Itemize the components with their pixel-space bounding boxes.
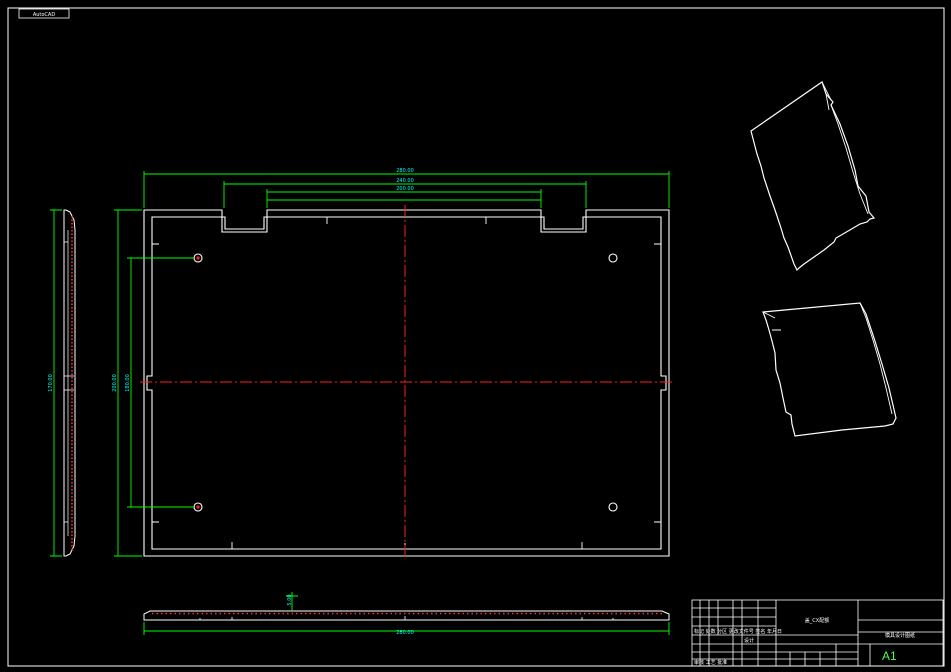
- bottom-section-view: 280.00 5.00: [143, 592, 670, 636]
- dim-side-height: 170.00: [48, 374, 54, 392]
- bottom-section-outline: [143, 610, 670, 621]
- corner-label: AutoCAD: [33, 12, 56, 18]
- dim-top-inner: 200.00: [396, 186, 414, 192]
- plan-inner-outline: [146, 216, 667, 550]
- dim-top-slot: 240.00: [396, 178, 414, 184]
- plan-view: [143, 209, 670, 557]
- dim-bottom-thickness: 5.00: [287, 594, 293, 605]
- title-right: 模具设计图纸: [885, 632, 915, 639]
- centerlines: [140, 205, 673, 560]
- plan-wall-notches: [152, 217, 661, 549]
- hole-bottom-right: [608, 502, 618, 512]
- side-section-outline: [63, 209, 76, 557]
- iso-bottom-outline: [762, 302, 897, 437]
- sheet-border: [7, 7, 945, 667]
- dim-top-overall: 280.00: [396, 168, 414, 174]
- isometric-view-top: [750, 81, 876, 272]
- sheet-size: A1: [882, 649, 897, 663]
- title-bottom-text: 审核 工艺 批准: [694, 659, 727, 666]
- title-sub-text: 设计: [744, 637, 754, 644]
- title-main: 盖_CX配额: [805, 617, 829, 624]
- hole-top-right: [608, 253, 618, 263]
- iso-top-wall: [821, 81, 869, 215]
- iso-top-outline: [750, 81, 876, 272]
- side-section-view: 170.00: [48, 209, 76, 557]
- plan-dimension-texts: 280.00 240.00 200.00 200.00 180.00: [112, 168, 414, 392]
- isometric-view-bottom: [762, 302, 897, 437]
- dim-bottom-width: 280.00: [396, 630, 414, 636]
- bottom-section-marks: [199, 616, 614, 620]
- dim-left-hole-span: 180.00: [125, 374, 131, 392]
- title-row-text: 标记 处数 分区 更改文件号 签名 年月日: [694, 628, 782, 635]
- drawing-canvas: AutoCAD 280.00 240.00 200.00 200.00 180.…: [7, 7, 945, 667]
- dim-left-height: 200.00: [112, 374, 118, 392]
- plan-outer-outline: [143, 209, 670, 557]
